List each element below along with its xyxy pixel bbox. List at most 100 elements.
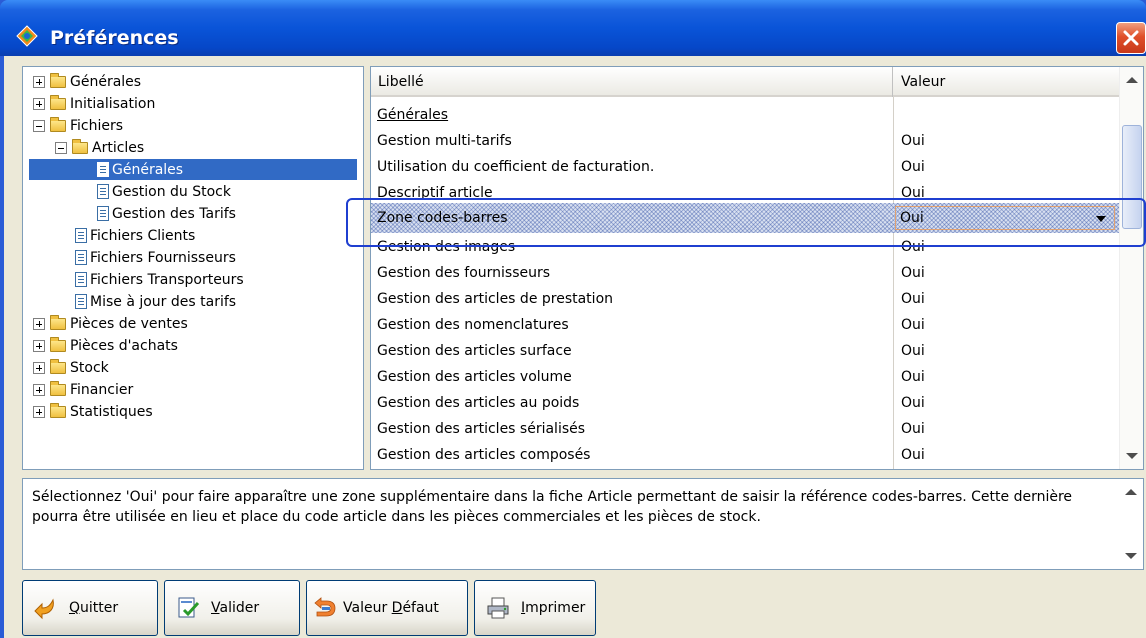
tree-item-label: Gestion du Stock [112,183,231,200]
expand-plus-icon[interactable] [33,361,45,374]
expand-plus-icon[interactable] [33,317,45,330]
validate-doc-icon [178,597,200,618]
row-valeur[interactable]: Oui [901,185,925,201]
valeur-defaut-button[interactable]: Valeur Défaut [306,580,468,636]
row-libelle: Gestion des fournisseurs [377,265,551,281]
row-libelle: Gestion multi-tarifs [377,133,512,149]
row-libelle: Zone codes-barres [377,210,508,226]
row-libelle: Gestion des articles au poids [377,395,580,411]
tree-item-financier[interactable]: Financier [33,379,133,400]
quitter-label: Quitter [69,600,119,616]
tree-item-articles-generales[interactable]: Générales [29,159,357,180]
tree-item-fichiers-transporteurs[interactable]: Fichiers Transporteurs [75,269,244,290]
expand-plus-icon[interactable] [33,383,45,396]
row-valeur[interactable]: Oui [901,421,925,437]
row-valeur[interactable]: Oui [901,133,925,149]
grid-row[interactable]: Gestion des articles composés Oui [371,443,1119,469]
collapse-minus-icon[interactable] [33,119,45,132]
document-icon [75,250,87,265]
document-icon [97,206,109,221]
reset-arrow-icon [314,597,336,617]
grid-row[interactable]: Gestion des articles sérialisés Oui [371,417,1119,443]
row-valeur[interactable]: Oui [901,265,925,281]
grid-row[interactable]: Gestion des articles surface Oui [371,339,1119,365]
tree-item-articles[interactable]: Articles [55,137,144,158]
row-valeur[interactable]: Oui [901,395,925,411]
grid-row[interactable]: Gestion des fournisseurs Oui [371,261,1119,287]
arrow-up-icon[interactable] [1125,489,1137,495]
close-icon [1123,30,1139,46]
column-header-valeur[interactable]: Valeur [895,67,1119,97]
row-valeur[interactable]: Oui [901,447,925,463]
scroll-down-button[interactable] [1120,445,1143,469]
preferences-tree[interactable]: Générales Initialisation Fichiers Articl… [22,66,364,470]
tree-item-label: Fichiers [70,117,124,134]
valider-label: Valider [211,600,260,616]
tree-item-stock[interactable]: Stock [33,357,109,378]
row-valeur[interactable]: Oui [901,239,925,255]
tree-item-fichiers[interactable]: Fichiers [33,115,123,136]
grid-row[interactable]: Gestion des articles au poids Oui [371,391,1119,417]
grid-vertical-scrollbar[interactable] [1119,67,1143,469]
collapse-minus-icon[interactable] [55,141,67,154]
grid-row[interactable]: Gestion des nomenclatures Oui [371,313,1119,339]
row-valeur[interactable]: Oui [901,343,925,359]
description-scrollbar[interactable] [1119,479,1143,569]
grid-row-selected[interactable]: Zone codes-barres Oui [371,203,1119,233]
column-header-libelle[interactable]: Libellé [371,67,893,97]
valeur-defaut-label: Valeur Défaut [343,600,439,616]
close-button[interactable] [1116,22,1146,54]
grid-section-row: Générales [371,103,1119,129]
title-bar: Préférences [0,0,1146,56]
tree-item-pieces-de-ventes[interactable]: Pièces de ventes [33,313,188,334]
scroll-thumb[interactable] [1122,125,1142,229]
tree-item-label: Initialisation [70,95,156,112]
dropdown-arrow-icon[interactable] [1096,216,1106,222]
quitter-button[interactable]: Quitter [22,580,158,636]
tree-item-fichiers-clients[interactable]: Fichiers Clients [75,225,195,246]
tree-item-gestion-des-tarifs[interactable]: Gestion des Tarifs [97,203,236,224]
row-libelle: Gestion des articles volume [377,369,572,385]
tree-item-initialisation[interactable]: Initialisation [33,93,155,114]
scroll-up-button[interactable] [1120,67,1143,91]
row-valeur[interactable]: Oui [901,317,925,333]
row-valeur[interactable]: Oui [901,369,925,385]
tree-item-generales[interactable]: Générales [33,71,141,92]
expand-plus-icon[interactable] [33,75,45,88]
expand-plus-icon[interactable] [33,339,45,352]
folder-icon [50,402,66,418]
window-title: Préférences [50,27,179,49]
arrow-down-icon[interactable] [1125,553,1137,559]
grid-row[interactable]: Gestion des articles volume Oui [371,365,1119,391]
grid-row[interactable]: Utilisation du coefficient de facturatio… [371,155,1119,181]
grid-row[interactable]: Gestion multi-tarifs Oui [371,129,1119,155]
folder-icon [50,336,66,352]
tree-item-mise-a-jour-des-tarifs[interactable]: Mise à jour des tarifs [75,291,236,312]
row-valeur[interactable]: Oui [901,159,925,175]
grid-row[interactable]: Gestion des articles de prestation Oui [371,287,1119,313]
expand-plus-icon[interactable] [33,405,45,418]
tree-item-gestion-du-stock[interactable]: Gestion du Stock [97,181,231,202]
tree-item-pieces-d-achats[interactable]: Pièces d'achats [33,335,178,356]
document-icon [75,272,87,287]
tree-item-label: Générales [112,161,184,178]
grid-header: Libellé Valeur [371,67,1119,97]
preferences-grid[interactable]: Libellé Valeur Générales Gestion multi-t… [370,66,1144,470]
imprimer-button[interactable]: Imprimer [474,580,596,636]
expand-plus-icon[interactable] [33,97,45,110]
grid-row[interactable]: Gestion des images Oui [371,235,1119,261]
row-valeur[interactable]: Oui [901,291,925,307]
tree-item-label: Articles [92,139,145,156]
tree-item-statistiques[interactable]: Statistiques [33,401,153,422]
tree-item-label: Mise à jour des tarifs [90,293,237,310]
exit-arrow-icon [34,598,54,620]
valider-button[interactable]: Valider [164,580,300,636]
tree-item-label: Pièces d'achats [70,337,178,354]
app-diamond-icon [16,25,38,47]
tree-item-label: Fichiers Fournisseurs [90,249,236,266]
document-icon [75,228,87,243]
description-panel: Sélectionnez 'Oui' pour faire apparaître… [22,478,1144,570]
folder-icon [50,72,66,88]
valeur-dropdown[interactable]: Oui [895,206,1115,230]
tree-item-fichiers-fournisseurs[interactable]: Fichiers Fournisseurs [75,247,236,268]
